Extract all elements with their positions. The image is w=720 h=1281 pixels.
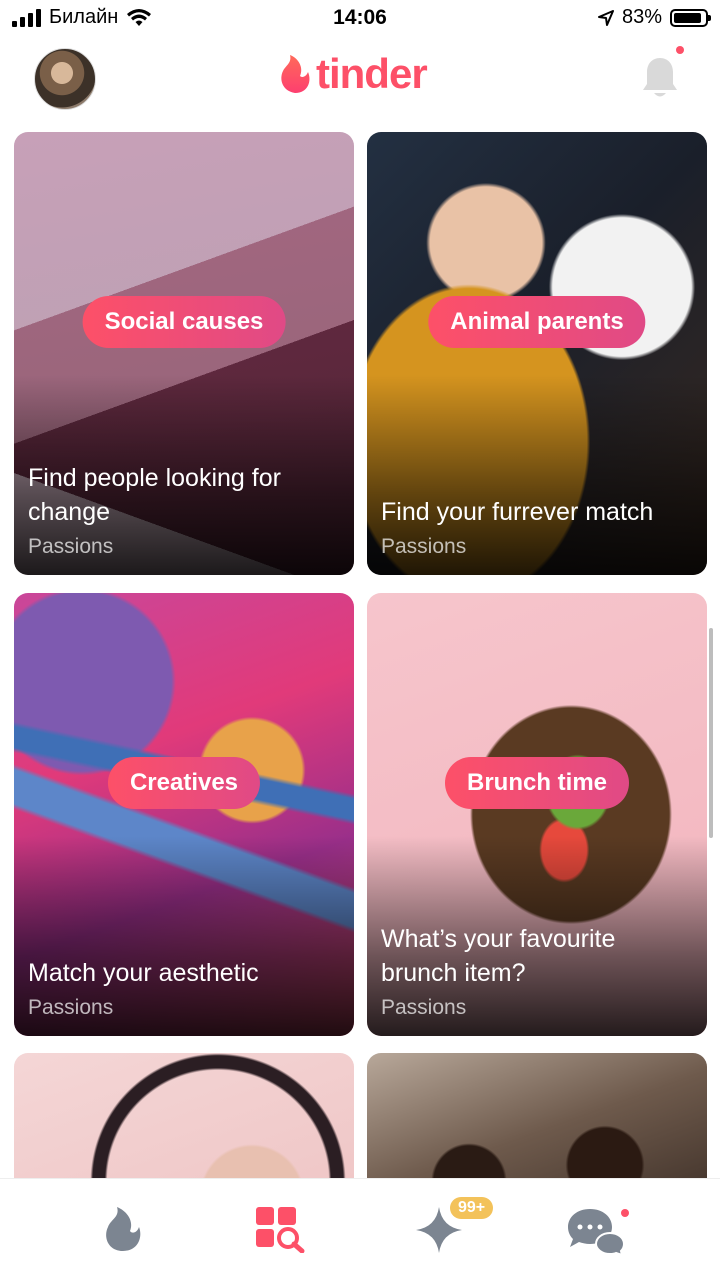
notification-dot xyxy=(676,46,684,54)
card-tag: Social causes xyxy=(82,296,286,348)
card-caption: Find your furrever match xyxy=(381,498,654,526)
card-category: Passions xyxy=(381,535,467,558)
location-arrow-icon xyxy=(597,9,614,26)
battery-icon xyxy=(670,8,711,27)
bottom-nav xyxy=(0,1178,720,1281)
card-social-causes[interactable]: Social causes Find people looking for ch… xyxy=(14,132,354,575)
card-caption: Find people looking for change xyxy=(28,464,281,526)
status-right: 83% xyxy=(597,6,711,29)
logo-text: tinder xyxy=(316,50,428,97)
scrollbar[interactable] xyxy=(709,628,713,838)
card-animal-parents[interactable]: Animal parents Find your furrever match … xyxy=(367,132,707,575)
card-creatives[interactable]: Creatives Match your aesthetic Passions xyxy=(14,593,354,1036)
card-tag: Creatives xyxy=(107,757,261,809)
tinder-logo: tinder xyxy=(278,50,428,98)
flame-icon xyxy=(281,55,310,93)
likes-count-badge: 99+ xyxy=(450,1197,494,1219)
card-tag: Animal parents xyxy=(428,296,646,348)
notification-bell-icon[interactable] xyxy=(642,54,678,100)
battery-percent: 83% xyxy=(621,6,662,28)
card-caption: What’s your favourite brunch item? xyxy=(381,925,616,987)
profile-avatar[interactable] xyxy=(34,48,96,110)
app-header: tinder xyxy=(0,36,720,126)
card-caption: Match your aesthetic xyxy=(28,959,259,987)
card-brunch-time[interactable]: Brunch time What’s your favourite brunch… xyxy=(367,593,707,1036)
card-category: Passions xyxy=(28,535,114,558)
nav-explore-icon[interactable] xyxy=(254,1205,306,1253)
nav-messages-icon[interactable] xyxy=(566,1205,626,1255)
nav-home-flame-icon[interactable] xyxy=(102,1205,144,1253)
card-tag: Brunch time xyxy=(444,757,630,809)
card-category: Passions xyxy=(381,996,467,1019)
messages-notification-dot xyxy=(621,1209,629,1217)
status-bar: Билайн 14:06 83% xyxy=(0,0,720,36)
card-category: Passions xyxy=(28,996,114,1019)
